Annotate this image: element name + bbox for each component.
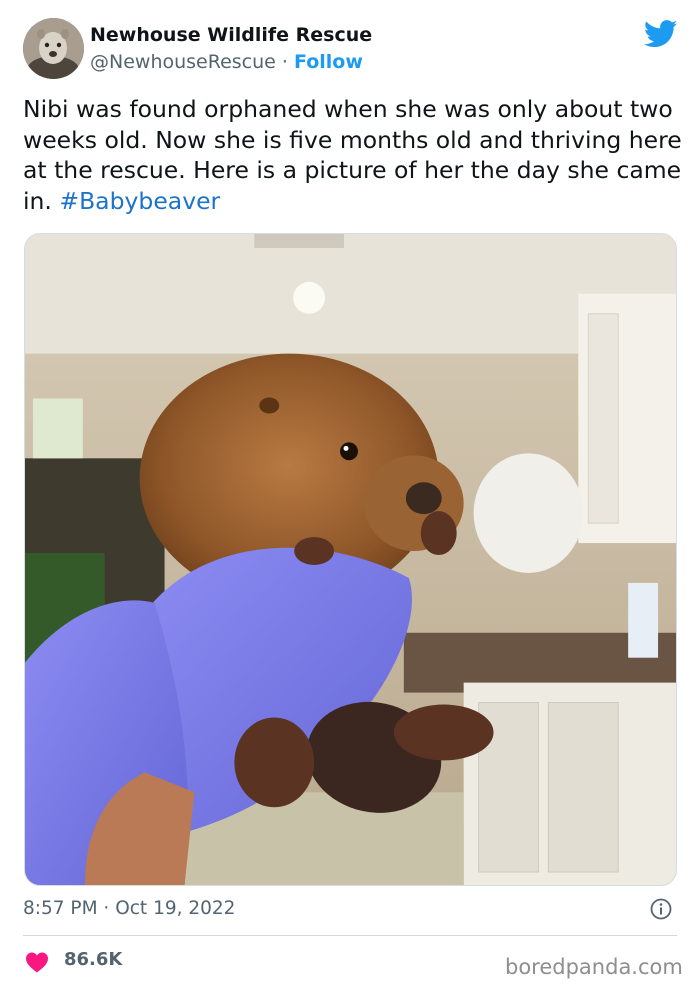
like-count[interactable]: 86.6K <box>64 949 122 971</box>
avatar-image <box>23 18 84 79</box>
hashtag-link[interactable]: #Babybeaver <box>59 187 220 215</box>
heart-icon[interactable] <box>25 951 49 973</box>
twitter-bird-icon[interactable] <box>644 20 678 48</box>
author-handle[interactable]: @NewhouseRescue <box>90 51 276 73</box>
watermark: boredpanda.com <box>505 955 683 979</box>
follow-button[interactable]: Follow <box>294 51 363 73</box>
time-separator: · <box>97 898 116 919</box>
author-handle-line: @NewhouseRescue · Follow <box>90 50 363 74</box>
info-icon[interactable] <box>650 898 672 920</box>
author-avatar[interactable] <box>23 18 84 79</box>
tweet-text: Nibi was found orphaned when she was onl… <box>23 94 683 216</box>
tweet-date: Oct 19, 2022 <box>115 898 236 919</box>
tweet-timestamp[interactable]: 8:57 PM · Oct 19, 2022 <box>23 897 235 921</box>
beaver-photo <box>25 234 676 885</box>
tweet-photo[interactable] <box>24 233 677 886</box>
author-name[interactable]: Newhouse Wildlife Rescue <box>90 23 372 47</box>
divider <box>23 935 677 936</box>
tweet-time: 8:57 PM <box>23 898 98 919</box>
separator-dot: · <box>275 51 294 73</box>
